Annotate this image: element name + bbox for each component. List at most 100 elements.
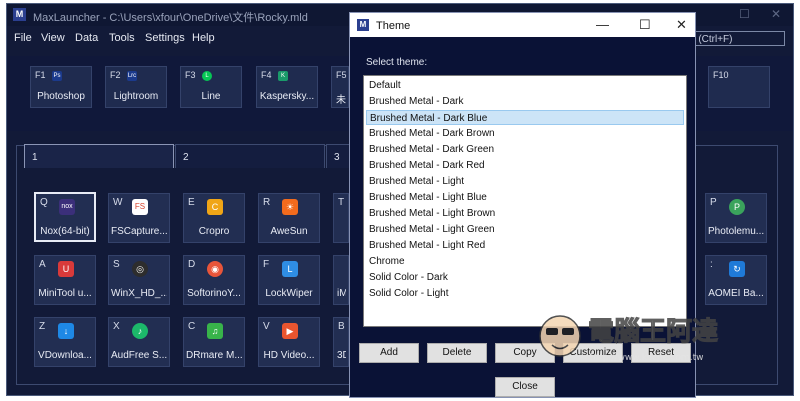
tile-label: WinX_HD_... (111, 288, 167, 299)
app-tile-fscapture[interactable]: W FS FSCapture... (108, 193, 170, 243)
app-tile-aomei[interactable]: : ↻ AOMEI Ba... (705, 255, 767, 305)
theme-option[interactable]: Brushed Metal - Dark Brown (366, 126, 684, 141)
theme-option[interactable]: Brushed Metal - Dark (366, 94, 684, 109)
tile-label: AweSun (270, 226, 308, 237)
app-tile-t[interactable]: T (333, 193, 349, 243)
app-tile-winx[interactable]: S ◎ WinX_HD_... (108, 255, 170, 305)
app-tile-cropro[interactable]: E C Cropro (183, 193, 245, 243)
app-tile-photolemur[interactable]: P P Photolemu... (705, 193, 767, 243)
app-tile-3d[interactable]: B 3D (333, 317, 349, 367)
awesun-icon: ☀ (282, 199, 298, 215)
theme-option[interactable]: Default (366, 78, 684, 93)
fkey-tile-photoshop[interactable]: F1 Ps Photoshop (30, 66, 92, 108)
theme-option[interactable]: Solid Color - Dark (366, 270, 684, 285)
app-tile-awesun[interactable]: R ☀ AweSun (258, 193, 320, 243)
tile-key: P (710, 197, 717, 208)
tile-label: iM (337, 288, 346, 299)
fkey-app-name: Lightroom (113, 91, 159, 102)
lightroom-icon: Lrc (127, 71, 137, 81)
tile-label: FSCapture... (111, 226, 167, 237)
tile-label: VDownloa... (38, 350, 92, 361)
app-tile-im[interactable]: iM (333, 255, 349, 305)
tile-key: X (113, 321, 120, 332)
vdownloader-icon: ↓ (58, 323, 74, 339)
tile-label: Photolemu... (708, 226, 764, 237)
tile-label: MiniTool u... (38, 288, 92, 299)
tile-key: T (338, 197, 345, 208)
theme-option[interactable]: Chrome (366, 254, 684, 269)
app-tile-hdvideo[interactable]: V ▶ HD Video... (258, 317, 320, 367)
tile-key: Q (40, 197, 48, 208)
close-button[interactable]: Close (495, 377, 555, 397)
theme-option[interactable]: Brushed Metal - Dark Green (366, 142, 684, 157)
menu-help[interactable]: Help (192, 32, 215, 44)
menu-tools[interactable]: Tools (109, 32, 135, 44)
fkey-app-name: Kaspersky... (259, 91, 315, 102)
tab-2[interactable]: 2 (175, 144, 325, 168)
winx-icon: ◎ (132, 261, 148, 277)
tile-key: D (188, 259, 196, 270)
mascot-face-icon (539, 315, 581, 357)
tile-key: F (263, 259, 270, 270)
theme-option[interactable]: Brushed Metal - Light Brown (366, 206, 684, 221)
minimize-icon[interactable]: — (596, 17, 609, 32)
tile-key: B (338, 321, 345, 332)
fkey-tile-lightroom[interactable]: F2 Lrc Lightroom (105, 66, 167, 108)
menu-settings[interactable]: Settings (145, 32, 185, 44)
fkey-tile-line[interactable]: F3 L Line (180, 66, 242, 108)
delete-button[interactable]: Delete (427, 343, 487, 363)
tile-label: Nox(64-bit) (40, 226, 90, 237)
tile-label: SoftorinoY... (187, 288, 241, 299)
hdvideo-icon: ▶ (282, 323, 298, 339)
watermark-url: http://www.kocpc.com.tw (590, 353, 704, 363)
tile-label: Cropro (198, 226, 230, 237)
app-tile-drmare[interactable]: C ♫ DRmare M... (183, 317, 245, 367)
dialog-title: Theme (376, 20, 411, 32)
theme-option[interactable]: Brushed Metal - Light Red (366, 238, 684, 253)
app-tile-audfree[interactable]: X ♪ AudFree S... (108, 317, 170, 367)
search-input[interactable]: ch (Ctrl+F) (681, 31, 785, 46)
app-tile-nox[interactable]: Q nox Nox(64-bit) (34, 192, 96, 242)
tile-key: R (263, 197, 271, 208)
theme-option[interactable]: Brushed Metal - Light Green (366, 222, 684, 237)
maximize-icon[interactable]: ☐ (639, 17, 651, 33)
tile-key: S (113, 259, 120, 270)
menu-file[interactable]: File (14, 32, 32, 44)
close-icon[interactable]: ✕ (676, 17, 687, 33)
app-tile-lockwiper[interactable]: F L LockWiper (258, 255, 320, 305)
tile-key: E (188, 197, 195, 208)
app-tile-minitool[interactable]: A U MiniTool u... (34, 255, 96, 305)
tab-3[interactable]: 3 (326, 144, 350, 168)
maximize-icon[interactable]: ☐ (739, 7, 750, 21)
theme-option[interactable]: Brushed Metal - Light (366, 174, 684, 189)
app-tile-softorino[interactable]: D ◉ SoftorinoY... (183, 255, 245, 305)
tile-key: W (113, 197, 123, 208)
fkey-app-name: Photoshop (37, 91, 85, 102)
maxlauncher-icon: M (357, 19, 369, 31)
fkey-app-name: Line (201, 91, 221, 102)
theme-option[interactable]: Brushed Metal - Light Blue (366, 190, 684, 205)
close-icon[interactable]: ✕ (771, 7, 781, 21)
theme-option[interactable]: Brushed Metal - Dark Red (366, 158, 684, 173)
tile-label: AudFree S... (111, 350, 167, 361)
lockwiper-icon: L (282, 261, 298, 277)
menu-data[interactable]: Data (75, 32, 98, 44)
softorino-icon: ◉ (207, 261, 223, 277)
tab-1[interactable]: 1 (24, 144, 174, 168)
fkey-tile-f10[interactable]: F10 (708, 66, 770, 108)
fkey-label: F1 (35, 70, 46, 80)
theme-listbox[interactable]: Default Brushed Metal - Dark Brushed Met… (363, 75, 687, 327)
app-tile-vdownloader[interactable]: Z ↓ VDownloa... (34, 317, 96, 367)
add-button[interactable]: Add (359, 343, 419, 363)
window-title: MaxLauncher - C:\Users\xfour\OneDrive\文件… (33, 12, 308, 24)
select-theme-label: Select theme: (366, 57, 428, 68)
tile-key: V (263, 321, 270, 332)
minitool-icon: U (58, 261, 74, 277)
fkey-tile-f5[interactable]: F5 未 (331, 66, 349, 108)
tile-label: DRmare M... (186, 350, 242, 361)
theme-option[interactable]: Solid Color - Light (366, 286, 684, 301)
fkey-tile-kaspersky[interactable]: F4 K Kaspersky... (256, 66, 318, 108)
fkey-label: F4 (261, 70, 272, 80)
menu-view[interactable]: View (41, 32, 65, 44)
theme-option-selected[interactable]: Brushed Metal - Dark Blue (366, 110, 684, 125)
